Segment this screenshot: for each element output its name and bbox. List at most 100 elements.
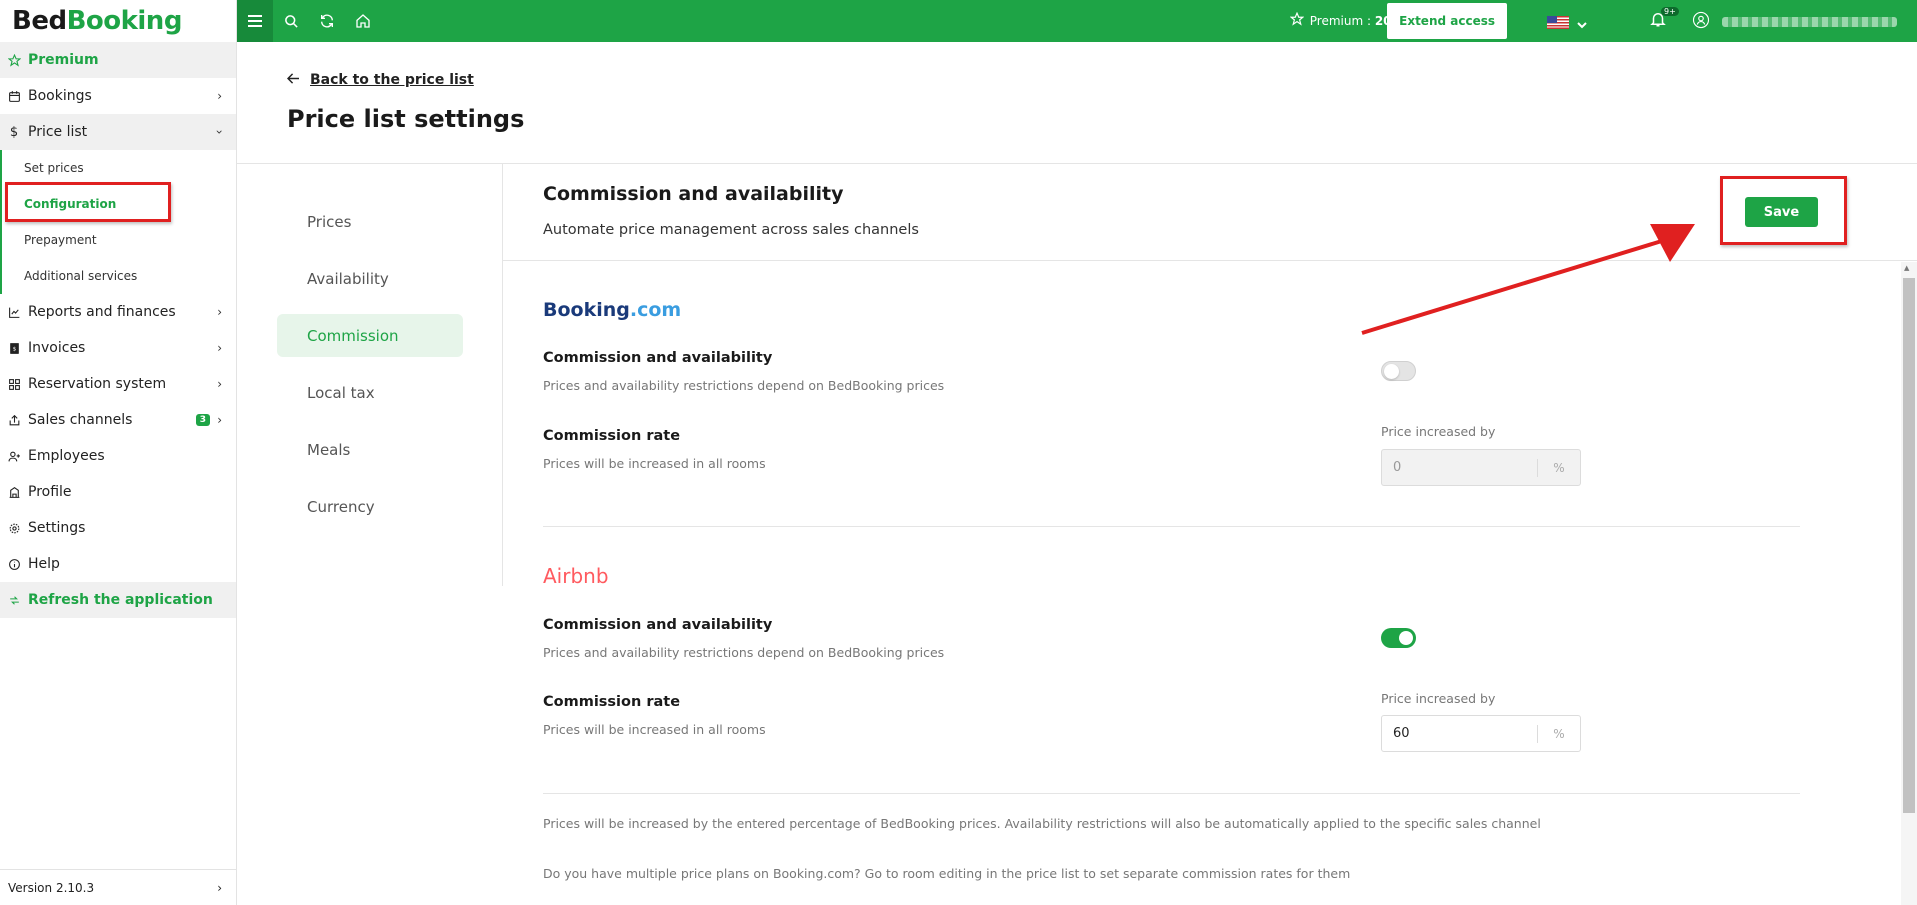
chevron-down-icon: › [212, 129, 227, 135]
refresh-icon [7, 593, 21, 607]
sidebar-item-label: Help [28, 556, 60, 572]
section-title: Commission and availability [543, 183, 844, 205]
gear-icon [7, 521, 21, 535]
airbnb-rate-title: Commission rate [543, 694, 681, 710]
info-note-2: Do you have multiple price plans on Book… [543, 866, 1351, 881]
tab-meals[interactable]: Meals [277, 428, 463, 471]
sidebar-item-settings[interactable]: Settings [0, 510, 236, 546]
section-subtitle: Automate price management across sales c… [543, 222, 919, 238]
sidebar-item-help[interactable]: Help [0, 546, 236, 582]
airbnb-ca-title: Commission and availability [543, 617, 773, 633]
sidebar-item-reservation-system[interactable]: Reservation system › [0, 366, 236, 402]
chevron-right-icon: › [217, 305, 222, 319]
notifications-button[interactable]: 9+ [1649, 7, 1679, 33]
sidebar-item-label: Refresh the application [28, 592, 213, 608]
invoice-icon: $ [7, 341, 21, 355]
arrow-left-icon [286, 72, 300, 88]
sidebar-item-bookings[interactable]: Bookings › [0, 78, 236, 114]
premium-label: Premium : [1309, 13, 1375, 28]
back-link-label: Back to the price list [310, 72, 474, 88]
airbnb-rate-subtitle: Prices will be increased in all rooms [543, 722, 766, 737]
sidebar-item-label: Invoices [28, 340, 86, 356]
user-icon [1692, 11, 1710, 33]
sidebar-item-label: Reservation system [28, 376, 167, 392]
star-icon [7, 53, 21, 67]
sidebar-item-label: Reports and finances [28, 304, 176, 320]
share-icon [7, 413, 21, 427]
submenu-item-prepayment[interactable]: Prepayment [2, 222, 236, 258]
sidebar-item-label: Sales channels [28, 412, 133, 428]
grid-icon [7, 377, 21, 391]
sidebar-item-premium[interactable]: Premium [0, 42, 236, 78]
airbnb-logo: Airbnb [543, 564, 609, 588]
booking-rate-input[interactable]: 0 % [1381, 449, 1581, 486]
calendar-icon [7, 89, 21, 103]
sidebar-item-refresh[interactable]: Refresh the application [0, 582, 236, 618]
header-divider [237, 163, 1917, 164]
sidebar-item-label: Employees [28, 448, 105, 464]
dollar-icon: $ [9, 124, 19, 140]
search-icon[interactable] [273, 0, 309, 42]
submenu-item-additional-services[interactable]: Additional services [2, 258, 236, 294]
save-button[interactable]: Save [1745, 197, 1818, 227]
booking-ca-subtitle: Prices and availability restrictions dep… [543, 378, 945, 393]
language-selector[interactable] [1547, 14, 1587, 33]
booking-rate-subtitle: Prices will be increased in all rooms [543, 456, 766, 471]
sidebar-item-price-list[interactable]: $ Price list › [0, 114, 236, 150]
airbnb-ca-subtitle: Prices and availability restrictions dep… [543, 645, 945, 660]
submenu-item-set-prices[interactable]: Set prices [2, 150, 236, 186]
us-flag-icon [1547, 14, 1569, 33]
booking-com-logo: Booking.com [543, 299, 682, 321]
version-info[interactable]: Version 2.10.3 › [0, 869, 236, 905]
user-menu[interactable] [1692, 11, 1897, 33]
airbnb-rate-value: 60 [1393, 726, 1410, 741]
info-icon [7, 557, 21, 571]
count-badge: 3 [195, 414, 210, 426]
airbnb-rate-input[interactable]: 60 % [1381, 715, 1581, 752]
sidebar-item-reports[interactable]: Reports and finances › [0, 294, 236, 330]
home-icon[interactable] [345, 0, 381, 42]
tab-currency[interactable]: Currency [277, 485, 463, 528]
airbnb-ca-toggle[interactable] [1381, 628, 1416, 648]
sidebar-item-sales-channels[interactable]: Sales channels 3 › [0, 402, 236, 438]
booking-ca-title: Commission and availability [543, 350, 773, 366]
sidebar-item-employees[interactable]: Employees [0, 438, 236, 474]
user-add-icon [7, 449, 21, 463]
app-logo[interactable]: Bed Booking [0, 0, 236, 42]
chart-icon [7, 305, 21, 319]
menu-icon[interactable] [237, 0, 273, 42]
bell-icon [1649, 13, 1667, 33]
extend-access-button[interactable]: Extend access [1387, 3, 1507, 39]
building-icon [7, 485, 21, 499]
tab-availability[interactable]: Availability [277, 257, 463, 300]
version-label: Version 2.10.3 [8, 880, 95, 895]
booking-ca-toggle[interactable] [1381, 361, 1416, 381]
booking-rate-value: 0 [1393, 460, 1402, 475]
tab-local-tax[interactable]: Local tax [277, 371, 463, 414]
toggle-knob [1399, 631, 1413, 645]
sidebar-item-profile[interactable]: Profile [0, 474, 236, 510]
user-name-redacted [1722, 17, 1897, 27]
booking-rate-field-label: Price increased by [1381, 424, 1496, 439]
sidebar: Bed Booking Premium Bookings › $ Price li… [0, 0, 237, 905]
scroll-up-arrow-icon[interactable]: ▲ [1904, 264, 1909, 272]
toggle-knob [1384, 364, 1399, 379]
tab-prices[interactable]: Prices [277, 200, 463, 243]
back-to-price-list-link[interactable]: Back to the price list [286, 72, 474, 88]
percent-unit: % [1553, 726, 1565, 741]
chevron-right-icon: › [217, 881, 222, 895]
percent-unit: % [1553, 460, 1565, 475]
sync-icon[interactable] [309, 0, 345, 42]
chevron-right-icon: › [217, 89, 222, 103]
top-bar: Premium : 20 days Extend access 9+ [237, 0, 1917, 42]
chevron-right-icon: › [217, 413, 222, 427]
booking-rate-title: Commission rate [543, 428, 681, 444]
sidebar-item-label: Profile [28, 484, 72, 500]
sidebar-item-label: Bookings [28, 88, 92, 104]
sidebar-item-invoices[interactable]: $ Invoices › [0, 330, 236, 366]
tab-commission[interactable]: Commission [277, 314, 463, 357]
scrollbar-thumb[interactable] [1903, 278, 1915, 813]
annotation-highlight-configuration [5, 182, 171, 222]
airbnb-rate-field-label: Price increased by [1381, 691, 1496, 706]
svg-text:$: $ [12, 346, 15, 352]
